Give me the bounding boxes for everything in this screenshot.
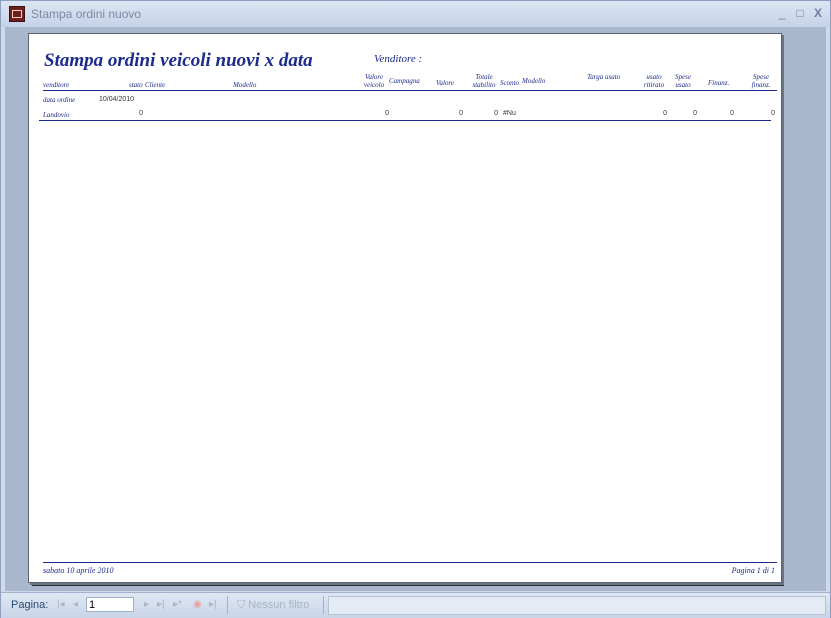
header-spese-finanz-2: finanz. [751,81,771,89]
header-spese-usato-2: usato [675,81,691,89]
footer-date: sabato 10 aprile 2010 [43,566,114,575]
header-divider [43,90,777,91]
status-field [328,596,826,615]
report-title: Stampa ordini veicoli nuovi x data [44,50,313,71]
report-window: Stampa ordini nuovo _ □ X Stampa ordini … [0,0,831,618]
last-page-icon[interactable]: ▸| [157,599,165,611]
header-totale-stabilito-2: stabilito [472,81,496,89]
header-valore: Valore [436,79,455,87]
header-spese-usato-1: Spese [675,73,691,81]
header-usato-ritirato-2: ritirato [643,81,665,89]
row-finanz: 0 [730,110,734,117]
footer-divider [43,562,777,563]
window-title: Stampa ordini nuovo [31,7,142,21]
row-usato-ritirato: 0 [663,110,667,117]
filter-icon: ⛉ [237,599,246,611]
row-venditore: Landovio [43,111,70,119]
venditore-label: Venditore : [374,53,423,65]
header-modello2: Modello [522,77,546,85]
first-page-icon[interactable]: |◂ [57,599,65,611]
minimize-button[interactable]: _ [775,6,789,20]
header-valore-veicolo-1: Valore [364,73,384,81]
row-qty: 0 [139,110,143,117]
navigation-end-icon[interactable]: ▸| [209,599,217,611]
group-divider [39,120,771,121]
filter-label: Nessun filtro [248,599,310,611]
header-usato-ritirato-1: usato [646,73,662,81]
report-page: Stampa ordini veicoli nuovi x data Vendi… [28,33,782,583]
toolbar-separator [323,596,324,614]
row-spese-finanz: 0 [771,110,775,117]
previous-page-icon[interactable]: ◂ [73,599,78,611]
record-navigation-bar: Pagina: |◂ ◂ 1 ▸ ▸| ▸* ◉ ▸| ⛉ Nessun filt… [1,592,830,618]
header-campagna: Campagna [389,77,420,85]
data-ordine-label: data ordine [43,96,76,104]
header-modello: Modello [233,81,257,89]
page-label: Pagina: [11,599,49,611]
filter-button[interactable]: ⛉ Nessun filtro [237,599,309,612]
header-totale-stabilito-1: Totale [475,73,493,81]
header-finanz: Finanz. [708,79,730,87]
row-valore-veicolo: 0 [385,110,389,117]
close-button[interactable]: X [811,6,825,20]
header-cliente: Cliente [145,81,166,89]
data-ordine-value: 10/04/2010 [99,96,135,103]
header-sconto: Sconto [500,79,520,87]
new-record-icon[interactable]: ▸* [173,599,182,611]
row-totale: 0 [494,110,498,117]
header-targa-usato: Targa usato [587,73,621,81]
row-sconto: #Nu [503,110,516,117]
header-spese-finanz-1: Spese [753,73,769,81]
stop-icon[interactable]: ◉ [193,599,202,611]
header-venditore: venditore [43,81,70,89]
row-spese-usato: 0 [693,110,697,117]
header-stato: stato [129,81,143,89]
row-valore: 0 [459,110,463,117]
maximize-button[interactable]: □ [793,6,807,20]
title-bar[interactable]: Stampa ordini nuovo _ □ X [1,1,830,27]
access-app-icon[interactable] [9,6,25,22]
page-shadow [32,583,784,586]
page-number-input[interactable]: 1 [86,597,134,612]
toolbar-separator [227,596,228,614]
header-valore-veicolo-2: veicolo [363,81,385,89]
next-page-icon[interactable]: ▸ [144,599,149,611]
report-preview-area[interactable]: Stampa ordini veicoli nuovi x data Vendi… [5,27,826,591]
footer-page-count: Pagina 1 di 1 [731,566,775,575]
